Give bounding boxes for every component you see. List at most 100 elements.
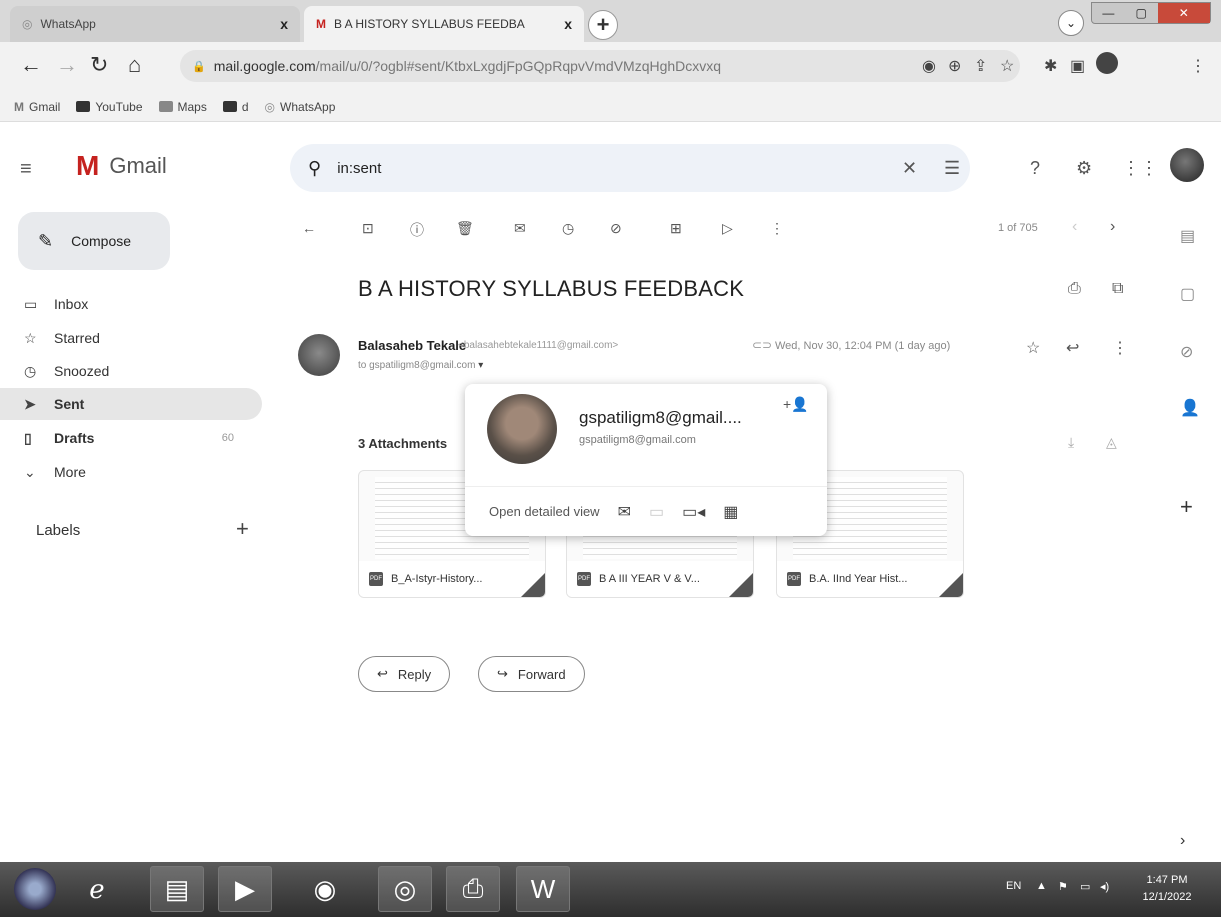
calendar-icon[interactable]: ▤ — [1180, 226, 1195, 246]
bookmark-star-icon[interactable]: ☆ — [1000, 56, 1014, 76]
minimize-icon[interactable]: — — [1092, 3, 1125, 23]
video-call-icon[interactable]: ▭◂ — [682, 502, 705, 522]
archive-icon[interactable]: ⊡ — [362, 220, 374, 237]
print-icon[interactable]: ⎙ — [1068, 280, 1081, 298]
older-chevron-icon[interactable]: › — [1110, 218, 1115, 236]
word-icon[interactable]: W — [516, 866, 570, 912]
clear-search-icon[interactable]: ✕ — [902, 158, 917, 179]
sidebar-item-more[interactable]: ⌄ More — [0, 456, 262, 488]
download-all-icon[interactable]: ⤓ — [1068, 434, 1074, 451]
address-bar[interactable]: 🔒 mail.google.com/mail/u/0/?ogbl#sent/Kt… — [180, 50, 1020, 82]
keep-icon[interactable]: ▢ — [1180, 284, 1195, 304]
forward-button[interactable]: ↪ Forward — [478, 656, 585, 692]
add-contact-icon[interactable]: +👤 — [783, 396, 809, 413]
browser-tab-gmail[interactable]: M B A HISTORY SYLLABUS FEEDBA x — [304, 6, 584, 42]
profile-avatar-icon[interactable] — [1096, 52, 1118, 74]
sender-avatar[interactable] — [298, 334, 340, 376]
whatsapp-icon: ◎ — [264, 99, 276, 114]
scanner-app-icon[interactable]: ⎙ — [446, 866, 500, 912]
delete-icon[interactable]: 🗑 — [456, 220, 474, 237]
sender-name[interactable]: Balasaheb Tekale — [358, 338, 466, 353]
share-icon[interactable]: ⇪ — [974, 56, 987, 76]
browser-tab-whatsapp[interactable]: ◎ WhatsApp x — [10, 6, 300, 42]
firefox-icon[interactable]: ◉ — [298, 866, 352, 912]
contacts-icon[interactable]: 👤 — [1180, 398, 1200, 418]
bookmark-maps[interactable]: Maps — [158, 100, 207, 114]
maximize-icon[interactable]: ▢ — [1125, 3, 1158, 23]
extensions-icon[interactable]: ✱ — [1044, 56, 1057, 76]
add-to-drive-icon[interactable]: ◬ — [1106, 434, 1117, 451]
reply-button[interactable]: ↩ Reply — [358, 656, 451, 692]
search-input[interactable]: in:sent — [337, 160, 381, 177]
open-detailed-view-link[interactable]: Open detailed view — [489, 504, 600, 519]
network-icon[interactable]: ▭ — [1080, 880, 1090, 893]
main-menu-icon[interactable]: ≡ — [20, 158, 32, 181]
chat-icon[interactable]: ▭ — [649, 502, 664, 522]
back-arrow-icon[interactable]: ← — [20, 52, 42, 78]
help-icon[interactable]: ? — [1030, 158, 1040, 179]
gmail-logo[interactable]: M Gmail — [76, 150, 167, 182]
add-addon-icon[interactable]: + — [1180, 494, 1193, 520]
file-explorer-icon[interactable]: ▤ — [150, 866, 204, 912]
zoom-icon[interactable]: ⊕ — [948, 56, 961, 76]
back-to-list-icon[interactable]: ← — [302, 220, 316, 236]
reply-icon[interactable]: ↩ — [1066, 338, 1079, 358]
add-to-tasks-icon[interactable]: ⊘ — [610, 220, 622, 237]
side-panel-icon[interactable]: ▣ — [1070, 56, 1085, 76]
add-label-icon[interactable]: + — [236, 516, 249, 542]
email-icon[interactable]: ✉ — [618, 502, 631, 522]
tasks-icon[interactable]: ⊘ — [1180, 342, 1193, 362]
eye-icon[interactable]: ◉ — [922, 56, 936, 76]
action-center-icon[interactable]: ⚑ — [1058, 880, 1068, 893]
more-options-icon[interactable]: ⋮ — [1112, 338, 1128, 358]
bookmark-gmail[interactable]: M Gmail — [14, 100, 60, 114]
new-tab-button[interactable]: + — [588, 10, 618, 40]
reload-icon[interactable]: ↻ — [90, 52, 108, 78]
mark-unread-icon[interactable]: ✉ — [514, 220, 526, 237]
sidebar-item-snoozed[interactable]: ◷ Snoozed — [0, 355, 262, 387]
sidebar-item-starred[interactable]: ☆ Starred — [0, 322, 262, 354]
sidebar-item-drafts[interactable]: ▯ Drafts 60 — [0, 422, 262, 454]
volume-icon[interactable]: ◂) — [1100, 880, 1109, 893]
newer-chevron-icon[interactable]: ‹ — [1072, 218, 1077, 236]
more-actions-icon[interactable]: ⋮ — [770, 220, 784, 237]
start-button[interactable] — [14, 868, 56, 910]
search-options-icon[interactable]: ☰ — [944, 158, 960, 179]
chrome-icon[interactable]: ◎ — [378, 866, 432, 912]
tab-search-icon[interactable]: ⌄ — [1058, 10, 1084, 36]
bookmark-d[interactable]: d — [222, 100, 249, 114]
account-avatar[interactable] — [1170, 148, 1204, 182]
expand-side-panel-icon[interactable]: › — [1180, 832, 1185, 850]
label-icon[interactable]: ▷ — [722, 220, 733, 237]
chevron-down-icon[interactable]: ▾ — [478, 360, 483, 371]
home-icon[interactable]: ⌂ — [128, 52, 141, 78]
system-clock[interactable]: 1:47 PM 12/1/2022 — [1122, 872, 1212, 906]
close-icon[interactable]: x — [564, 16, 572, 32]
bookmark-whatsapp[interactable]: ◎ WhatsApp — [265, 100, 336, 114]
pencil-icon: ✎ — [38, 230, 54, 251]
snooze-icon[interactable]: ◷ — [562, 220, 574, 237]
bookmark-youtube[interactable]: YouTube — [76, 100, 143, 114]
language-indicator[interactable]: EN — [1006, 880, 1021, 892]
star-icon[interactable]: ☆ — [1026, 338, 1040, 358]
report-spam-icon[interactable]: ⓘ — [410, 220, 424, 240]
window-close-icon[interactable]: ✕ — [1157, 3, 1210, 23]
attachment-footer: PDF B A III YEAR V & V... — [567, 561, 753, 597]
calendar-icon[interactable]: ▦ — [723, 502, 738, 522]
search-bar[interactable]: ⚲ in:sent — [290, 144, 970, 192]
media-player-icon[interactable]: ▶ — [218, 866, 272, 912]
search-icon[interactable]: ⚲ — [308, 158, 321, 179]
sidebar-item-sent[interactable]: ➤ Sent — [0, 388, 262, 420]
apps-grid-icon[interactable]: ⋮⋮ — [1122, 158, 1158, 179]
browser-menu-icon[interactable]: ⋮ — [1190, 56, 1206, 76]
recipient-line[interactable]: to gspatiligm8@gmail.com ▾ — [358, 360, 483, 371]
close-icon[interactable]: x — [280, 16, 288, 32]
move-to-icon[interactable]: ⊞ — [670, 220, 682, 237]
settings-gear-icon[interactable]: ⚙ — [1076, 158, 1092, 179]
open-in-new-window-icon[interactable]: ⧉ — [1112, 280, 1123, 298]
sidebar-item-inbox[interactable]: ▭ Inbox — [0, 288, 262, 320]
compose-button[interactable]: ✎ Compose — [18, 212, 170, 270]
forward-arrow-icon[interactable]: → — [56, 52, 78, 78]
show-hidden-icons-icon[interactable]: ▲ — [1036, 880, 1047, 892]
internet-explorer-icon[interactable]: ℯ — [70, 866, 124, 912]
